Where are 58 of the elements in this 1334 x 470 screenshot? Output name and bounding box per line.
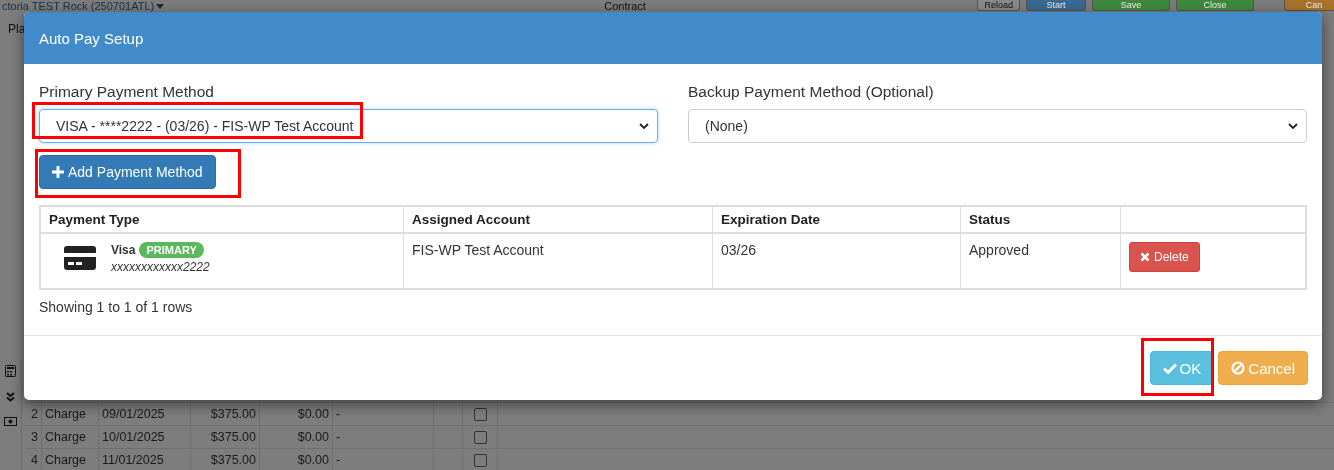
table-cell: - xyxy=(333,449,434,470)
toolbar-button[interactable]: Save xyxy=(1092,0,1170,11)
card-number: xxxxxxxxxxxx2222 xyxy=(111,260,210,274)
close-icon xyxy=(1140,252,1150,262)
checkbox[interactable] xyxy=(473,430,487,444)
toolbar-button[interactable]: Close xyxy=(1176,0,1254,11)
table-cell: $375.00 xyxy=(191,426,260,448)
credit-card-icon xyxy=(64,246,96,270)
toolbar-button[interactable]: Can xyxy=(1284,0,1334,11)
table-cell: $0.00 xyxy=(260,403,333,425)
table-cell: - xyxy=(333,426,434,448)
field-label: Primary Payment Method xyxy=(39,83,215,101)
money-icon[interactable] xyxy=(4,417,17,426)
calculator-icon[interactable] xyxy=(5,365,16,377)
caret-icon xyxy=(156,3,165,9)
chevron-down-icon xyxy=(1288,123,1298,130)
table-cell: - xyxy=(333,403,434,425)
chevron-down-icon xyxy=(639,123,649,130)
table-cell: Charge xyxy=(42,426,99,448)
row-number: 2 xyxy=(25,403,42,425)
row-number: 3 xyxy=(25,426,42,448)
primary-badge: PRIMARY xyxy=(139,242,204,258)
table-cell: $375.00 xyxy=(191,403,260,425)
double-chevron-icon[interactable] xyxy=(6,392,15,402)
table-cell: 11/01/2025 xyxy=(99,449,191,470)
table-cell: 09/01/2025 xyxy=(99,403,191,425)
page-heading: Contract xyxy=(604,0,646,12)
pagination-info: Showing 1 to 1 of 1 rows xyxy=(39,299,194,315)
dialog-title: Auto Pay Setup xyxy=(39,29,144,47)
column-header: Expiration Date xyxy=(712,206,961,233)
row-number: 4 xyxy=(25,449,42,470)
select-field[interactable]: VISA - ****2222 - (03/26) - FIS-WP Test Account xyxy=(39,109,658,143)
toolbar-button[interactable]: Reload xyxy=(977,0,1020,11)
checkbox[interactable] xyxy=(473,453,487,467)
ban-icon xyxy=(1231,361,1246,375)
table-cell: 10/01/2025 xyxy=(99,426,191,448)
checkbox[interactable] xyxy=(473,407,487,421)
table-cell: $0.00 xyxy=(260,426,333,448)
table-cell: 03/26 xyxy=(721,242,757,258)
table-cell: Charge xyxy=(42,449,99,470)
checkmark-icon xyxy=(1162,362,1177,374)
plus-icon xyxy=(52,166,64,178)
column-header: Payment Type xyxy=(40,206,404,233)
delete-button[interactable]: Delete xyxy=(1129,242,1200,272)
field-label: Backup Payment Method (Optional) xyxy=(688,83,935,101)
tab[interactable]: Pla xyxy=(8,22,26,36)
toolbar-button[interactable]: Start xyxy=(1026,0,1086,11)
table-cell: Charge xyxy=(42,403,99,425)
table-cell: Approved xyxy=(969,242,1029,258)
column-header: Status xyxy=(960,206,1121,233)
page-title: ctoria TEST Rock (250701ATL) xyxy=(2,0,155,12)
table-cell: FIS-WP Test Account xyxy=(412,242,544,258)
card-brand: Visa xyxy=(111,243,136,257)
table-cell: $0.00 xyxy=(260,449,333,470)
add-payment-button[interactable]: Add Payment Method xyxy=(39,155,216,189)
column-header: Assigned Account xyxy=(403,206,713,233)
select-field[interactable]: (None) xyxy=(688,109,1307,143)
table-cell: $375.00 xyxy=(191,449,260,470)
